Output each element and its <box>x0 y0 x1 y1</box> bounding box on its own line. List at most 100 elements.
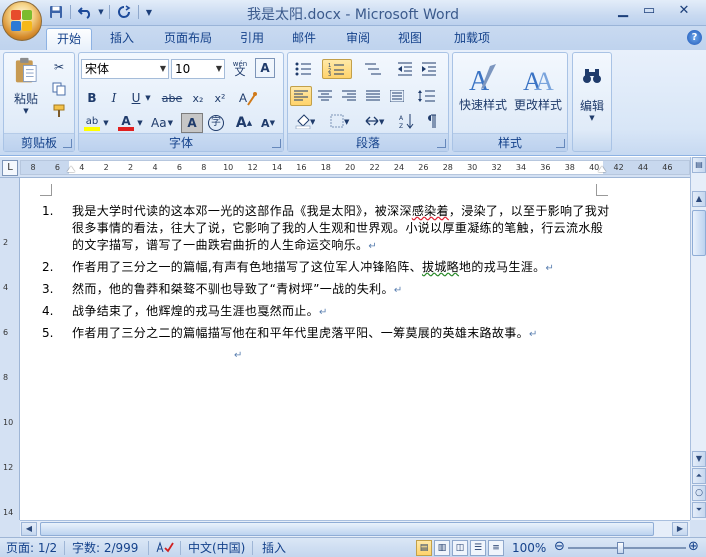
word-count[interactable]: 字数: 2/999 <box>72 540 138 556</box>
scroll-down-icon[interactable]: ▼ <box>692 451 706 467</box>
office-button[interactable] <box>2 1 42 41</box>
distributed-icon[interactable] <box>386 86 408 106</box>
tab-references[interactable]: 引用 <box>230 28 274 50</box>
scroll-up-icon[interactable]: ▲ <box>692 191 706 207</box>
zoom-slider-thumb[interactable] <box>617 542 624 554</box>
format-painter-icon[interactable] <box>48 101 70 121</box>
horizontal-scroll-thumb[interactable] <box>40 522 654 536</box>
scroll-left-icon[interactable]: ◀ <box>21 522 37 536</box>
list-item[interactable]: 5. 作者用了三分之二的篇幅描写他在和平年代里虎落平阳、一筹莫展的英雄末路故事。… <box>42 325 612 343</box>
show-formatting-marks-icon[interactable] <box>420 111 442 131</box>
chinese-layout-icon[interactable]: ▼ <box>360 111 390 131</box>
font-name-dropdown-icon[interactable]: ▼ <box>160 60 166 78</box>
subscript-button[interactable]: x₂ <box>187 88 209 108</box>
numbered-list[interactable]: 1. 我是大学时代读的这本邓一光的这部作品《我是太阳》，被深深感染着，浸染了，以… <box>42 203 612 347</box>
list-item-text[interactable]: 然而，他的鲁莽和桀骜不驯也导致了“青树坪”一战的失利。↵ <box>72 281 612 299</box>
align-right-icon[interactable] <box>338 86 360 106</box>
strikethrough-button[interactable]: abe <box>159 88 185 108</box>
vertical-scroll-thumb[interactable] <box>692 210 706 256</box>
list-item-text[interactable]: 我是大学时代读的这本邓一光的这部作品《我是太阳》，被深深感染着，浸染了，以至于影… <box>72 203 612 255</box>
multilevel-list-icon[interactable] <box>358 59 388 79</box>
enclose-characters-button[interactable]: 字 <box>205 113 227 133</box>
tab-home[interactable]: 开始 <box>46 28 92 50</box>
align-center-icon[interactable] <box>314 86 336 106</box>
tab-page-layout[interactable]: 页面布局 <box>155 28 221 50</box>
underline-dropdown-icon[interactable]: ▼ <box>143 88 153 108</box>
web-layout-icon[interactable]: ◫ <box>452 540 468 556</box>
tab-review[interactable]: 审阅 <box>336 28 380 50</box>
font-launcher-icon[interactable] <box>272 139 281 148</box>
outline-view-icon[interactable]: ☰ <box>470 540 486 556</box>
right-indent-marker[interactable] <box>598 166 606 172</box>
close-icon[interactable]: ✕ <box>662 0 706 20</box>
quick-styles-button[interactable]: A 快速样式 <box>457 57 509 117</box>
line-spacing-icon[interactable] <box>412 86 442 106</box>
highlight-button[interactable]: ab <box>81 113 103 133</box>
cut-icon[interactable]: ✂ <box>48 57 70 77</box>
tab-view[interactable]: 视图 <box>388 28 432 50</box>
font-size-combo[interactable]: 10 ▼ <box>171 59 225 79</box>
list-item[interactable]: 4. 战争结束了，他辉煌的戎马生涯也戛然而止。↵ <box>42 303 612 321</box>
clipboard-launcher-icon[interactable] <box>63 139 72 148</box>
draft-view-icon[interactable]: ≡ <box>488 540 504 556</box>
paste-button[interactable]: 粘贴 ▼ <box>8 57 44 115</box>
document-area[interactable]: 1. 我是大学时代读的这本邓一光的这部作品《我是太阳》，被深深感染着，浸染了，以… <box>20 178 690 520</box>
help-icon[interactable]: ? <box>687 30 702 45</box>
left-indent-marker[interactable] <box>67 166 75 172</box>
grow-font-button[interactable]: A ▲ <box>233 113 255 133</box>
previous-page-icon[interactable]: ⏶ <box>692 468 706 484</box>
shading-icon[interactable]: ▼ <box>290 111 320 131</box>
vertical-ruler[interactable]: 2 4 6 8 10 12 14 <box>0 178 20 520</box>
horizontal-scrollbar[interactable]: ◀ ▶ <box>20 520 690 537</box>
change-styles-button[interactable]: AA 更改样式 <box>511 57 565 117</box>
scroll-right-icon[interactable]: ▶ <box>672 522 688 536</box>
select-browse-object-icon[interactable]: ○ <box>692 485 706 501</box>
zoom-in-icon[interactable]: ⊕ <box>688 539 699 555</box>
font-name-combo[interactable]: 宋体 ▼ <box>81 59 169 79</box>
phonetic-guide-button[interactable]: wén 文 <box>229 58 251 78</box>
paragraph-launcher-icon[interactable] <box>437 139 446 148</box>
change-case-button[interactable]: Aa ▼ <box>149 113 175 133</box>
zoom-out-icon[interactable]: ⊖ <box>554 539 565 555</box>
page-indicator[interactable]: 页面: 1/2 <box>6 540 57 556</box>
clear-formatting-button[interactable]: A <box>255 58 275 78</box>
bold-button[interactable]: B <box>81 88 103 108</box>
increase-indent-icon[interactable] <box>418 59 440 79</box>
bullets-icon[interactable] <box>290 59 318 79</box>
language-indicator[interactable]: 中文(中国) <box>188 540 245 556</box>
styles-launcher-icon[interactable] <box>556 139 565 148</box>
list-item-text[interactable]: 作者用了三分之二的篇幅描写他在和平年代里虎落平阳、一筹莫展的英雄末路故事。↵ <box>72 325 612 343</box>
tab-mailings[interactable]: 邮件 <box>282 28 326 50</box>
sort-icon[interactable]: AZ <box>396 111 418 131</box>
character-shading-button[interactable]: A <box>181 113 203 133</box>
decrease-indent-icon[interactable] <box>394 59 416 79</box>
maximize-icon[interactable]: ▭ <box>636 0 662 20</box>
change-case-icon[interactable]: A <box>235 86 261 110</box>
vertical-scrollbar[interactable]: ▤ ▲ ▼ ⏶ ○ ⏷ <box>690 157 706 520</box>
zoom-level[interactable]: 100% <box>512 540 546 556</box>
editing-button[interactable]: 编辑 ▼ <box>575 57 609 131</box>
font-size-dropdown-icon[interactable]: ▼ <box>216 60 222 78</box>
full-screen-reading-icon[interactable]: ▥ <box>434 540 450 556</box>
zoom-slider-track[interactable] <box>568 547 686 549</box>
next-page-icon[interactable]: ⏷ <box>692 502 706 518</box>
print-layout-view-icon[interactable]: ▤ <box>416 540 432 556</box>
list-item-text[interactable]: 作者用了三分之一的篇幅,有声有色地描写了这位军人冲锋陷阵、拔城略地的戎马生涯。↵ <box>72 259 612 277</box>
italic-button[interactable]: I <box>103 88 125 108</box>
document-page[interactable]: 1. 我是大学时代读的这本邓一光的这部作品《我是太阳》，被深深感染着，浸染了，以… <box>20 178 690 520</box>
list-item[interactable]: 1. 我是大学时代读的这本邓一光的这部作品《我是太阳》，被深深感染着，浸染了，以… <box>42 203 612 255</box>
copy-icon[interactable] <box>48 79 70 99</box>
minimize-icon[interactable]: ▁ <box>610 0 636 20</box>
font-color-dropdown-icon[interactable]: ▼ <box>135 113 145 133</box>
numbering-icon[interactable]: 123 <box>322 59 352 79</box>
font-color-button[interactable]: A <box>115 113 137 133</box>
borders-icon[interactable]: ▼ <box>326 111 354 131</box>
tab-addins[interactable]: 加载项 <box>444 28 500 50</box>
shrink-font-button[interactable]: A ▼ <box>257 113 279 133</box>
horizontal-ruler[interactable]: 8 6 4 2 2 4 6 8 10 12 14 16 18 20 22 24 26 28 30 32 34 36 38 40… <box>20 160 690 175</box>
insert-mode-indicator[interactable]: 插入 <box>262 540 286 556</box>
proofing-icon[interactable] <box>156 540 174 556</box>
highlight-dropdown-icon[interactable]: ▼ <box>101 113 111 133</box>
tab-selector-icon[interactable]: L <box>2 160 18 176</box>
superscript-button[interactable]: x² <box>209 88 231 108</box>
